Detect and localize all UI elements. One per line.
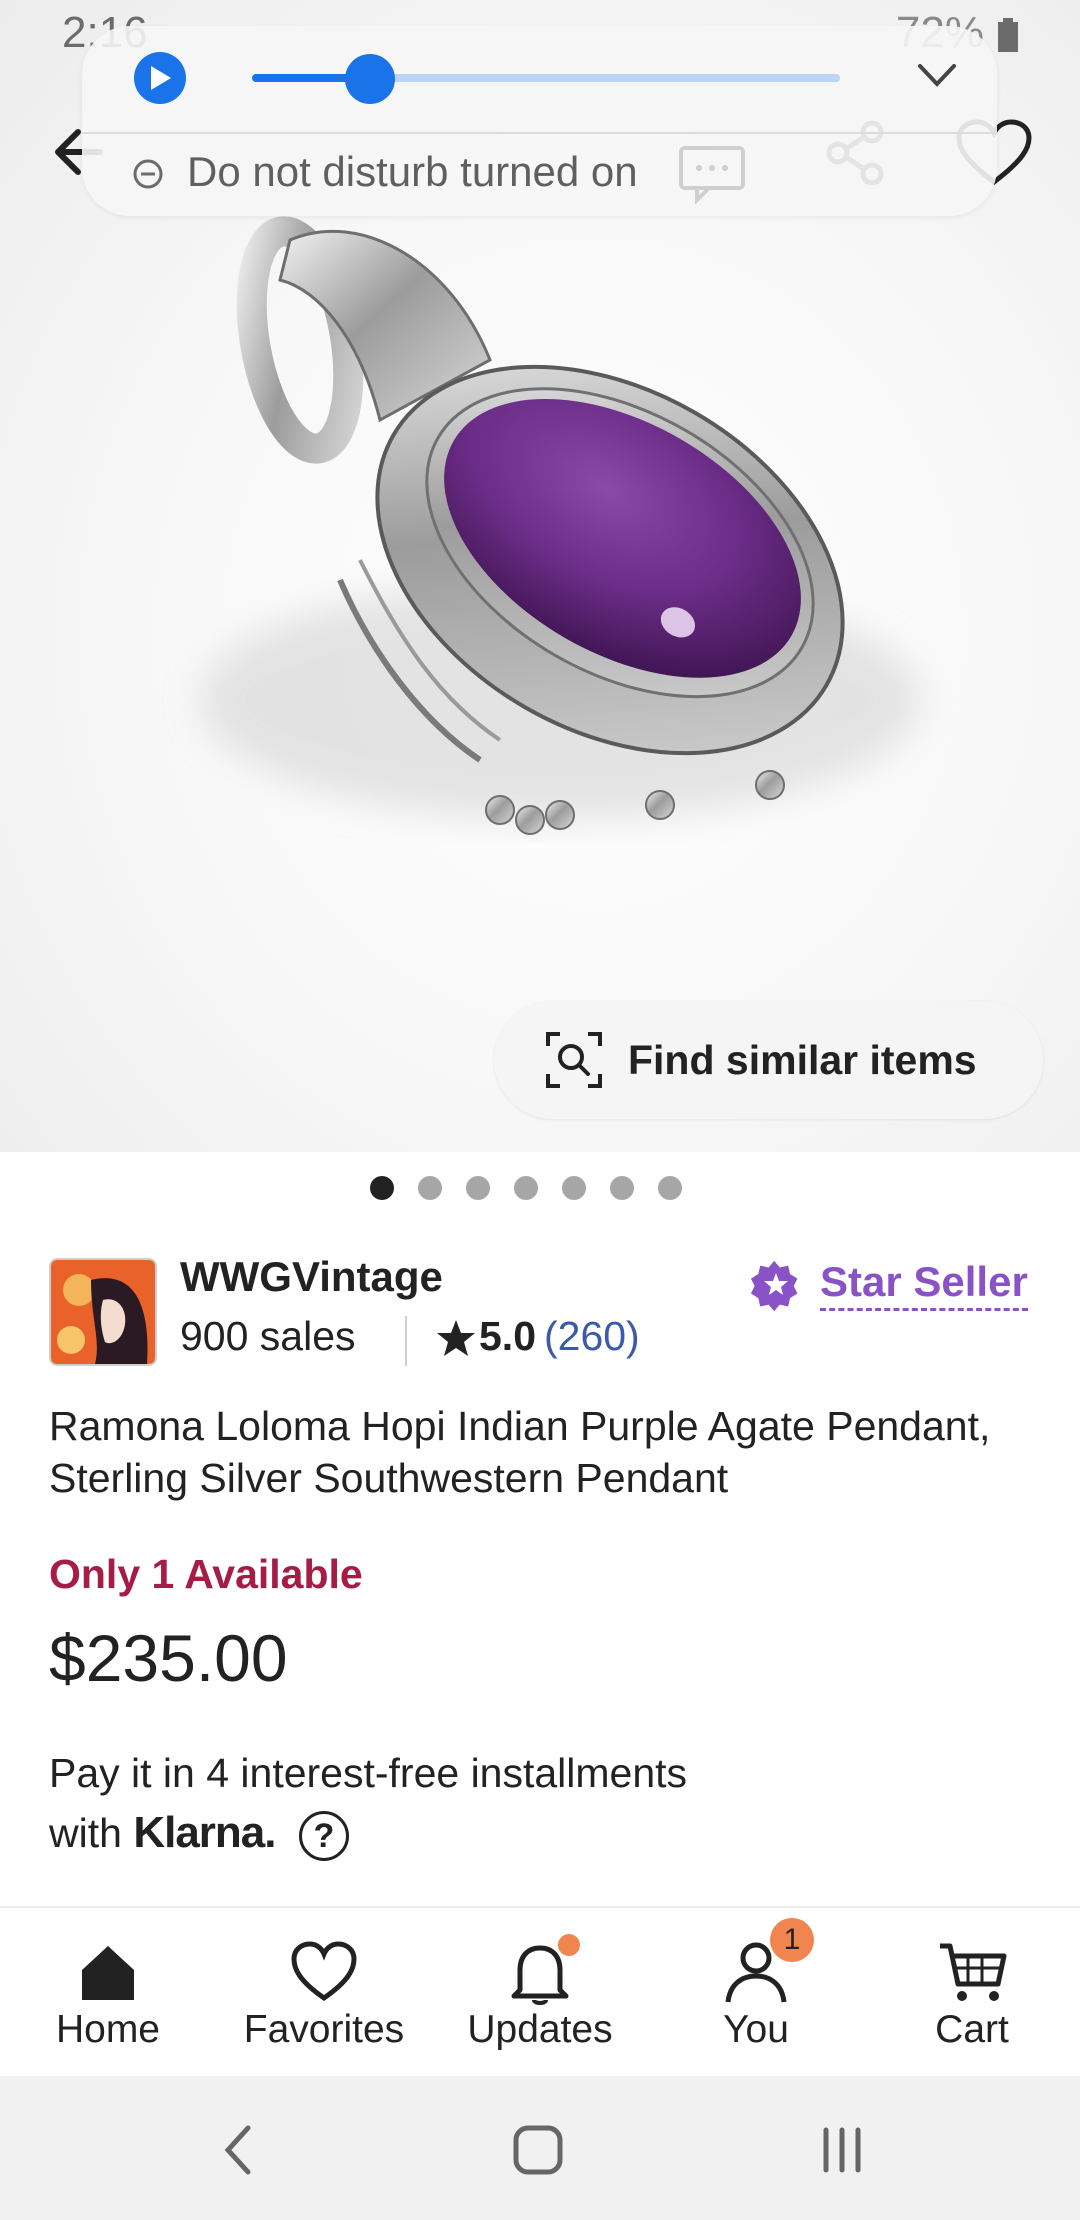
find-similar-label: Find similar items (628, 1036, 977, 1083)
dnd-status-text: Do not disturb turned on (187, 148, 638, 195)
battery-icon (998, 18, 1018, 52)
shop-sales-count: 900 sales (180, 1313, 356, 1359)
carousel-dot[interactable] (610, 1176, 634, 1200)
installments-text: Pay it in 4 interest-free installments (49, 1750, 688, 1796)
carousel-dot[interactable] (418, 1176, 442, 1200)
shop-info-divider (405, 1316, 407, 1366)
message-icon (679, 146, 745, 204)
nav-cart-label: Cart (935, 2008, 1009, 2051)
system-recents-icon[interactable] (818, 2126, 866, 2174)
klarna-installments: Pay it in 4 interest-free installments w… (49, 1743, 949, 1863)
carousel-dot[interactable] (658, 1176, 682, 1200)
help-icon[interactable]: ? (298, 1811, 349, 1862)
panel-divider (82, 132, 997, 134)
system-navigation-bar (0, 2076, 1080, 2220)
star-seller-link[interactable]: Star Seller (820, 1258, 1028, 1311)
carousel-dot[interactable] (514, 1176, 538, 1200)
review-count-link[interactable]: (260) (544, 1313, 640, 1360)
seek-thumb[interactable] (344, 54, 395, 104)
heart-icon (291, 1941, 357, 2002)
shop-logo-image (51, 1260, 155, 1364)
media-notification-panel[interactable]: Do not disturb turned on (82, 26, 997, 216)
carousel-dot[interactable] (466, 1176, 490, 1200)
image-carousel-dots[interactable] (370, 1176, 690, 1200)
star-icon (437, 1320, 475, 1356)
availability-status: Only 1 Available (49, 1551, 363, 1597)
play-icon (151, 66, 171, 90)
nav-home[interactable]: Home (0, 1908, 216, 2078)
find-similar-button[interactable]: Find similar items (494, 1001, 1043, 1119)
seek-bar[interactable] (252, 54, 840, 104)
nav-you[interactable]: You (648, 1908, 864, 2078)
carousel-dot[interactable] (370, 1176, 394, 1200)
nav-cart[interactable]: Cart (864, 1908, 1080, 2078)
nav-home-label: Home (55, 2008, 161, 2051)
product-title: Ramona Loloma Hopi Indian Purple Agate P… (49, 1403, 991, 1501)
system-home-icon[interactable] (512, 2124, 564, 2176)
nav-favorites[interactable]: Favorites (216, 1908, 432, 2078)
shop-name[interactable]: WWGVintage (180, 1253, 443, 1301)
shop-rating: 5.0 (479, 1313, 536, 1359)
visual-search-icon (546, 1032, 602, 1088)
cart-icon (940, 1943, 1007, 2001)
home-icon (82, 1946, 134, 2000)
you-notification-badge: 1 (770, 1918, 814, 1962)
nav-updates-label: Updates (467, 2008, 613, 2051)
product-price: $235.00 (49, 1621, 288, 1695)
nav-favorites-label: Favorites (243, 2008, 405, 2051)
do-not-disturb-icon (133, 159, 163, 189)
star-seller-badge-icon (750, 1260, 798, 1312)
installments-with: with (49, 1810, 122, 1856)
carousel-dot[interactable] (562, 1176, 586, 1200)
shop-avatar[interactable] (49, 1258, 157, 1366)
bottom-navigation: Home Favorites Updates You Cart (0, 1906, 1080, 2078)
chevron-down-icon[interactable] (912, 56, 962, 96)
updates-notification-dot (558, 1934, 580, 1956)
klarna-logo: Klarna. (133, 1808, 276, 1857)
nav-updates[interactable]: Updates (432, 1908, 648, 2078)
play-button[interactable] (134, 52, 186, 104)
nav-you-label: You (723, 2008, 789, 2051)
system-back-icon[interactable] (220, 2122, 256, 2178)
